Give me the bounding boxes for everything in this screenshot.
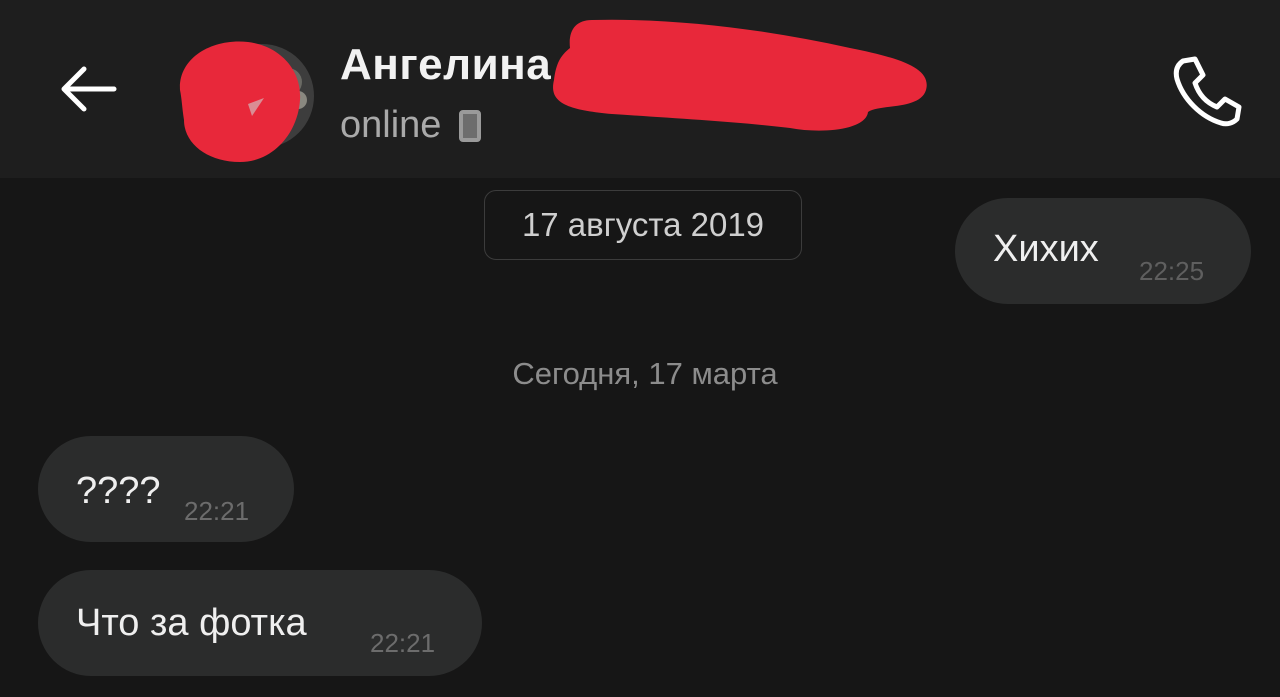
message-time: 22:21 bbox=[184, 496, 250, 526]
redaction-mark bbox=[553, 19, 927, 131]
presence-status: online bbox=[340, 104, 482, 147]
phone-icon bbox=[1173, 56, 1242, 127]
chat-screen: Ангелина online 17 августа 2019 Хихих 22… bbox=[0, 0, 1280, 697]
outgoing-message-bubble[interactable]: Хихих 22:25 bbox=[955, 198, 1251, 304]
message-text: Хихих bbox=[993, 228, 1099, 270]
mobile-device-icon bbox=[459, 109, 482, 142]
arrow-left-icon bbox=[61, 66, 117, 112]
message-text: ???? bbox=[76, 470, 161, 512]
call-button[interactable] bbox=[1166, 50, 1250, 130]
message-time: 22:21 bbox=[370, 628, 436, 658]
chat-header: Ангелина online bbox=[0, 0, 1280, 178]
status-text: online bbox=[340, 104, 442, 146]
avatar[interactable] bbox=[178, 40, 316, 164]
back-button[interactable] bbox=[52, 58, 122, 120]
incoming-message-bubble[interactable]: Что за фотка 22:21 bbox=[38, 570, 482, 676]
date-separator: Сегодня, 17 марта bbox=[512, 356, 778, 391]
date-chip: 17 августа 2019 bbox=[484, 190, 802, 260]
contact-name: Ангелина bbox=[340, 40, 552, 89]
message-text: Что за фотка bbox=[76, 602, 307, 644]
message-time: 22:25 bbox=[1139, 256, 1205, 286]
incoming-message-bubble[interactable]: ???? 22:21 bbox=[38, 436, 294, 542]
